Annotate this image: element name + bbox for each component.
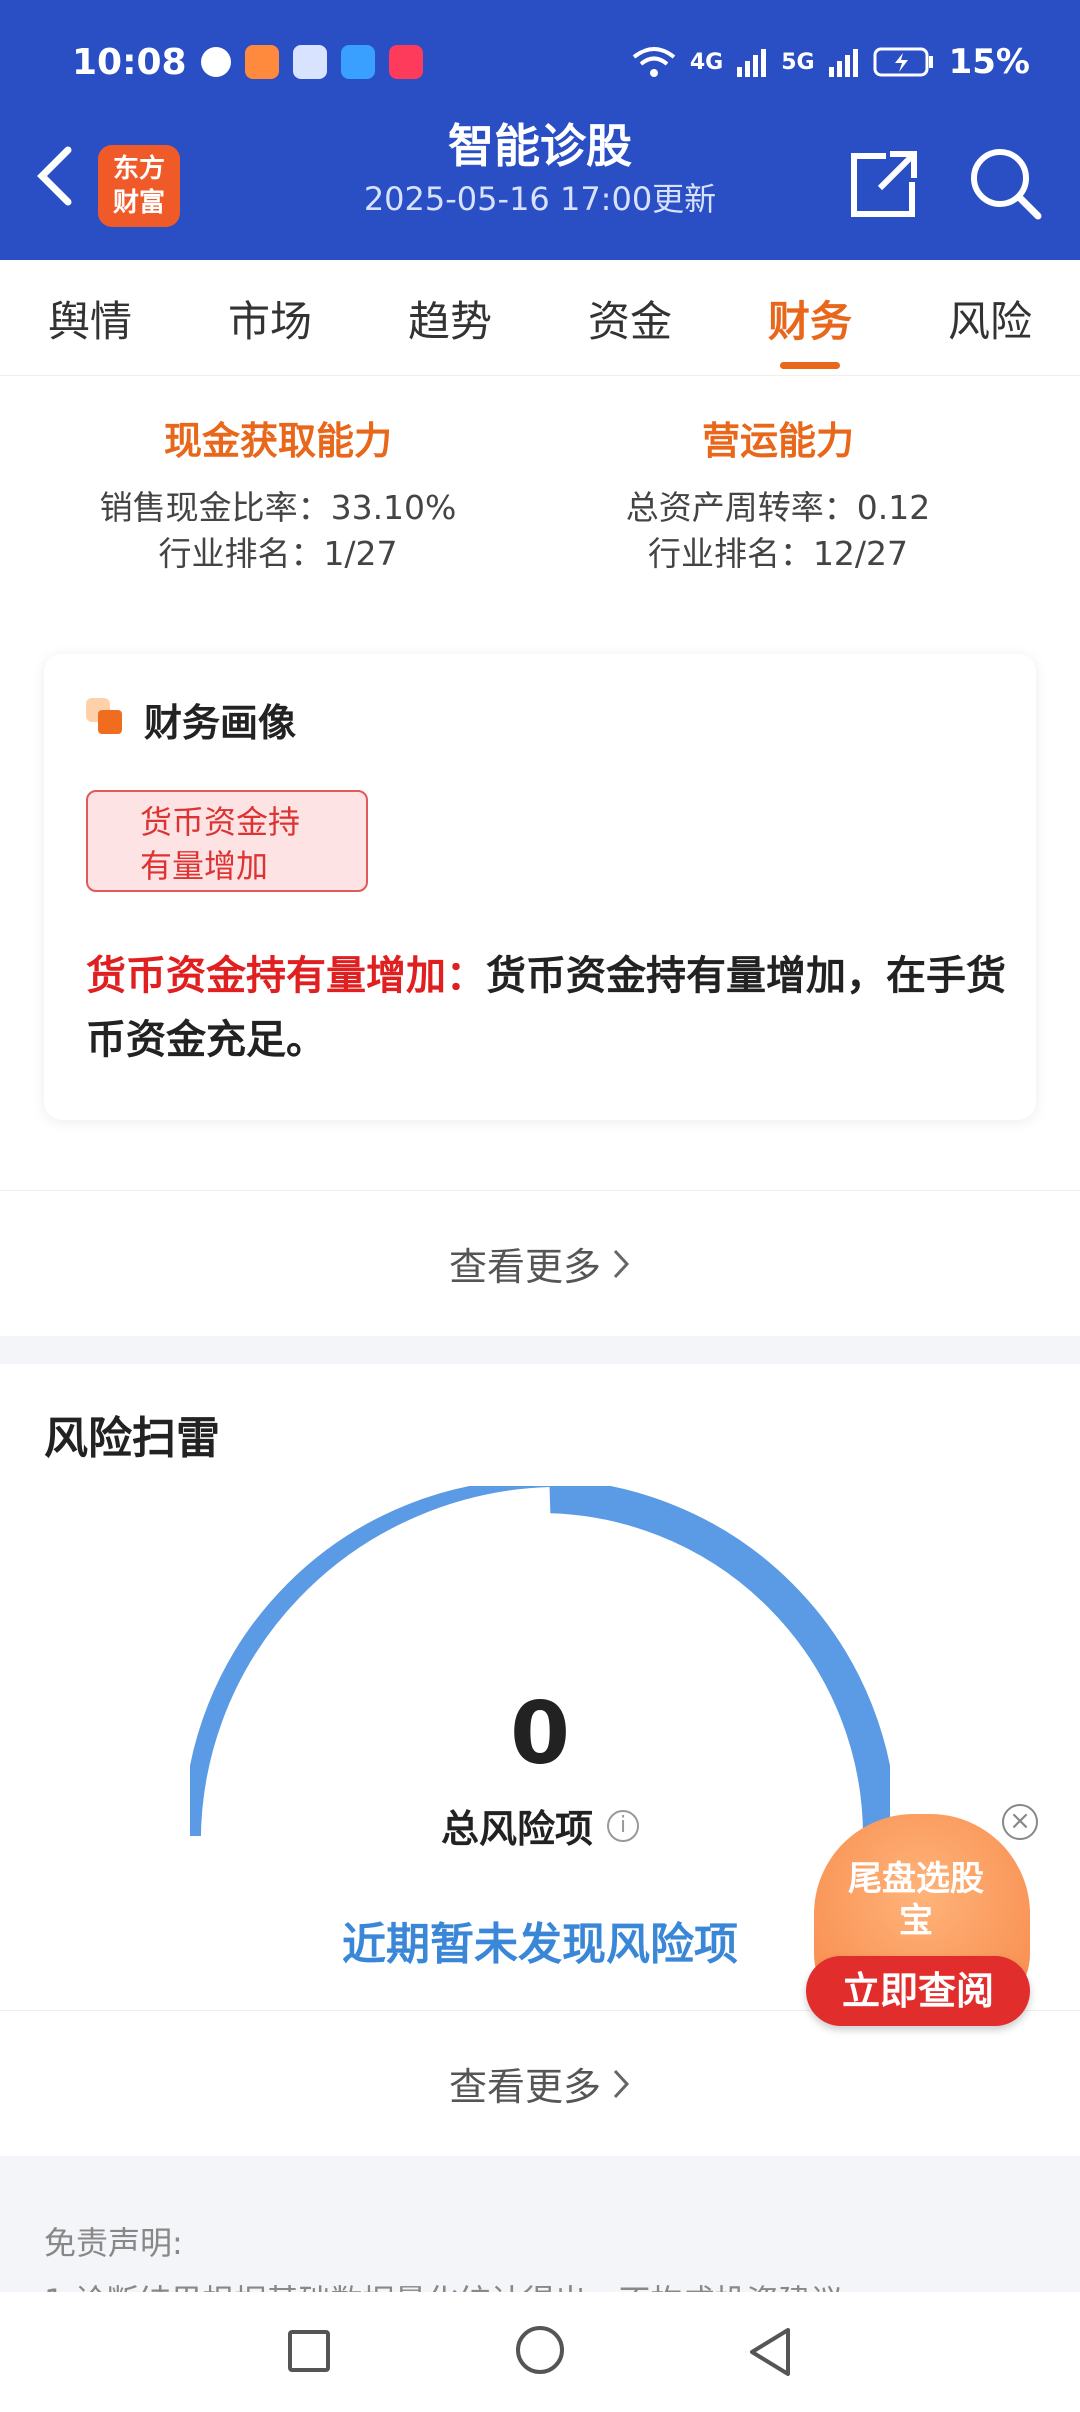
risk-count-label: 总风险项 [440,1807,593,1851]
info-icon[interactable]: i [607,1809,639,1842]
metric-rank: 行业排名：12/27 [647,534,909,573]
home-icon[interactable] [516,2326,564,2374]
xiaohongshu-icon [388,45,423,79]
network-5g-label: 5G [781,49,815,75]
network-4g-label: 4G [689,49,724,75]
gauge-arc-mask [200,1487,551,1846]
app-notification-icon [340,45,375,79]
battery-icon [873,47,933,77]
profile-description: 货币资金持有量增加：货币资金持有量增加，在手货币资金充足。 [86,944,1006,1072]
risk-gauge [190,1486,890,1846]
search-icon[interactable] [968,146,1042,220]
ad-view-button[interactable]: 立即查阅 [806,1956,1030,2026]
disclaimer-text: 1.诊断结果根据基础数据量化统计得出，不构成投资建议 [44,2276,1044,2292]
risk-count: 0 [510,1684,570,1784]
chevron-right-icon [613,2069,630,2098]
view-more-label: 查看更多 [448,1245,601,1289]
disclaimer-title: 免责声明: [44,2224,183,2262]
metric-title: 营运能力 [701,419,854,463]
wifi-icon [632,47,676,77]
section-divider [0,1336,1080,1364]
description-highlight: 货币资金持有量增加： [86,953,486,999]
nav-bar: 东方 财富 智能诊股 2025-05-16 17:00更新 [0,100,1080,250]
tab-trend[interactable]: 趋势 [380,288,520,349]
view-more-label: 查看更多 [448,2065,601,2109]
share-icon[interactable] [846,148,920,222]
risk-scan-title: 风险扫雷 [44,1413,220,1464]
profile-icon [86,698,122,734]
financial-metrics: 现金获取能力 销售现金比率：33.10% 行业排名：1/27 营运能力 总资产周… [0,376,1080,636]
profile-tag[interactable]: 货币资金持有量增加 [86,790,368,892]
app-header: 10:08 4G 5G 15% 东方 财富 智能诊股 2025-05-16 17… [0,0,1080,260]
metric-operating-ability: 营运能力 总资产周转率：0.12 行业排名：12/27 [528,410,1028,577]
tab-market[interactable]: 市场 [200,288,340,349]
status-time: 10:08 [72,41,187,83]
active-tab-indicator [780,362,840,369]
tab-capital[interactable]: 资金 [560,288,700,349]
system-nav-bar [0,2292,1080,2412]
promo-float-ad[interactable]: 尾盘选股宝 立即查阅 × [806,1804,1038,2036]
card-title: 财务画像 [144,701,297,745]
view-more-finance-button[interactable]: 查看更多 [0,1190,1080,1336]
tab-bar: 舆情 市场 趋势 资金 财务 风险 [0,260,1080,376]
metric-cash-ability: 现金获取能力 销售现金比率：33.10% 行业排名：1/27 [28,410,528,577]
metric-value: 总资产周转率：0.12 [625,488,931,527]
recent-apps-icon[interactable] [288,2330,330,2372]
metric-title: 现金获取能力 [163,419,392,463]
alarm-icon [200,47,231,77]
metric-value: 销售现金比率：33.10% [99,488,457,527]
financial-profile-card: 财务画像 货币资金持有量增加 货币资金持有量增加：货币资金持有量增加，在手货币资… [44,654,1036,1120]
tab-finance[interactable]: 财务 [740,288,880,349]
app-notification-icon [244,45,279,79]
tab-risk[interactable]: 风险 [920,288,1060,349]
metric-rank: 行业排名：1/27 [158,534,398,573]
tab-sentiment[interactable]: 舆情 [20,288,160,349]
system-back-icon[interactable] [746,2326,796,2378]
ad-title: 尾盘选股宝 [848,1859,984,1941]
chevron-right-icon [613,1249,630,1278]
battery-percent: 15% [948,42,1030,82]
signal-icon [828,49,858,77]
signal-icon [737,49,767,77]
status-bar: 10:08 4G 5G 15% [72,34,1030,90]
gauge-arc [190,1486,890,1837]
calendar-icon [292,45,327,79]
close-icon[interactable]: × [1002,1804,1038,1840]
